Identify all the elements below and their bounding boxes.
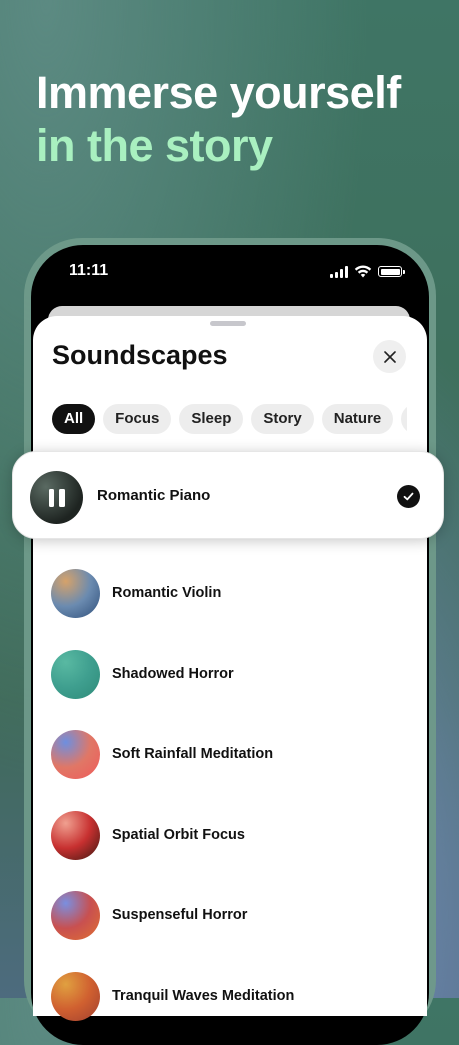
list-item[interactable]: Soft Rainfall Meditation: [33, 714, 427, 795]
close-button[interactable]: [373, 340, 406, 373]
chip-focus[interactable]: Focus: [103, 404, 172, 434]
soundscape-thumbnail: [51, 569, 100, 618]
list-item-label: Romantic Violin: [112, 585, 222, 601]
wifi-icon: [354, 265, 372, 278]
sheet-title: Soundscapes: [52, 340, 228, 370]
headline-line-1: Immerse yourself: [36, 67, 401, 118]
chip-sleep[interactable]: Sleep: [179, 404, 244, 434]
soundscape-thumbnail: [51, 649, 100, 699]
check-icon: [397, 485, 420, 508]
chip-more[interactable]: [401, 404, 407, 434]
sheet-grabber[interactable]: [210, 321, 246, 326]
list-item[interactable]: Romantic Violin: [33, 553, 427, 634]
category-chips: All Focus Sleep Story Nature: [52, 404, 407, 434]
now-playing-thumbnail[interactable]: [30, 471, 83, 524]
list-item-label: Shadowed Horror: [112, 665, 234, 682]
soundscape-thumbnail: [51, 891, 100, 940]
status-time: 11:11: [69, 262, 109, 279]
chip-story[interactable]: Story: [251, 404, 314, 434]
list-item-label: Soft Rainfall Meditation: [112, 746, 274, 762]
list-item[interactable]: Tranquil Waves Meditation: [33, 956, 427, 1037]
list-item-label: Suspenseful Horror: [112, 907, 248, 923]
soundscape-thumbnail: [51, 810, 100, 860]
list-item[interactable]: Spatial Orbit Focus: [33, 795, 427, 876]
list-item[interactable]: Shadowed Horror: [33, 634, 427, 715]
list-item[interactable]: Suspenseful Horror: [33, 875, 427, 956]
list-item-label: Spatial Orbit Focus: [112, 826, 245, 843]
close-icon: [383, 350, 396, 363]
headline: Immerse yourself in the story: [36, 66, 401, 172]
chip-all[interactable]: All: [52, 404, 96, 434]
soundscape-thumbnail: [51, 971, 100, 1021]
signal-icon: [330, 265, 348, 278]
status-icons: [330, 265, 405, 278]
pause-icon: [48, 488, 65, 507]
list-item-label: Tranquil Waves Meditation: [112, 987, 295, 1004]
battery-icon: [378, 266, 405, 277]
now-playing-label: Romantic Piano: [97, 487, 211, 504]
soundscape-thumbnail: [51, 730, 100, 779]
chip-nature[interactable]: Nature: [321, 404, 394, 434]
headline-line-2: in the story: [36, 120, 273, 171]
soundscape-list: Romantic Violin Shadowed Horror Soft Rai…: [33, 553, 427, 1036]
